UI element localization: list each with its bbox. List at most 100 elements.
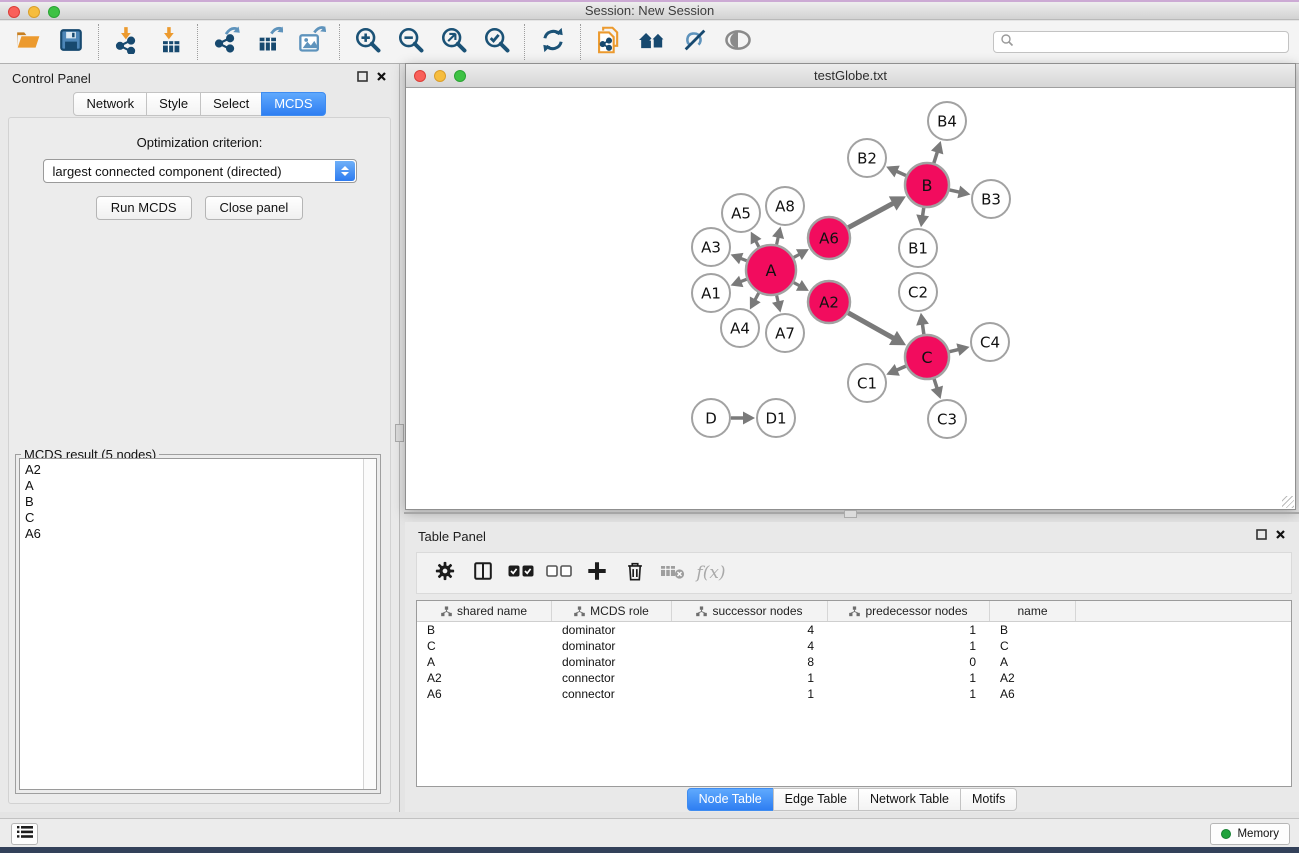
memory-button[interactable]: Memory xyxy=(1210,823,1290,845)
horizontal-splitter-grip[interactable] xyxy=(844,510,857,518)
deselect-all-button[interactable] xyxy=(540,555,578,591)
homes-button[interactable] xyxy=(630,23,673,61)
network-canvas[interactable]: B4B2BB3A5A8A6A3B1AA1C2A2A4A7C4CC1C3DD1 xyxy=(406,89,1295,509)
table-row[interactable]: Bdominator41B xyxy=(417,622,1291,638)
column-header-successor-nodes[interactable]: successor nodes xyxy=(672,601,828,621)
network-close-button[interactable] xyxy=(414,70,426,82)
float-table-panel-icon[interactable] xyxy=(1256,527,1267,545)
zoom-out-button[interactable] xyxy=(389,23,432,61)
export-table-button[interactable] xyxy=(247,23,290,61)
close-panel-button[interactable]: Close panel xyxy=(205,196,304,220)
edge-C-C1[interactable] xyxy=(896,366,906,370)
birdseye-view-button[interactable] xyxy=(716,23,759,61)
two-houses-icon xyxy=(637,27,667,58)
minimize-window-button[interactable] xyxy=(28,6,40,18)
tab-style[interactable]: Style xyxy=(146,92,201,116)
select-all-button[interactable] xyxy=(502,555,540,591)
add-column-button[interactable] xyxy=(578,555,616,591)
column-header-mcds-role[interactable]: MCDS role xyxy=(552,601,672,621)
edge-A-A1[interactable] xyxy=(740,279,746,281)
mcds-result-item[interactable]: C xyxy=(25,510,358,526)
edge-A-A3[interactable] xyxy=(740,258,746,260)
zoom-fit-button[interactable] xyxy=(432,23,475,61)
export-network-button[interactable] xyxy=(204,23,247,61)
import-network-button[interactable] xyxy=(105,23,148,61)
tab-select[interactable]: Select xyxy=(200,92,262,116)
edge-A-A2[interactable] xyxy=(794,283,800,286)
column-header-shared-name[interactable]: shared name xyxy=(417,601,552,621)
edge-A2-C[interactable] xyxy=(848,313,894,339)
task-history-button[interactable] xyxy=(11,823,38,845)
tab-node-table[interactable]: Node Table xyxy=(687,788,774,811)
export-image-icon xyxy=(298,26,326,59)
edge-A-A6[interactable] xyxy=(794,254,800,257)
import-table-button[interactable] xyxy=(148,23,191,61)
export-image-button[interactable] xyxy=(290,23,333,61)
zoom-selected-button[interactable] xyxy=(475,23,518,61)
open-file-button[interactable] xyxy=(6,23,49,61)
network-minimize-button[interactable] xyxy=(434,70,446,82)
mcds-result-item[interactable]: A xyxy=(25,478,358,494)
criterion-select[interactable]: largest connected component (directed) xyxy=(43,159,357,183)
table-panel-title: Table Panel xyxy=(418,529,486,544)
zoom-in-button[interactable] xyxy=(346,23,389,61)
zoom-window-button[interactable] xyxy=(48,6,60,18)
toggle-graphics-details-button[interactable] xyxy=(673,23,716,61)
table-cell: A6 xyxy=(417,686,552,702)
table-row[interactable]: Cdominator41C xyxy=(417,638,1291,654)
column-header-name[interactable]: name xyxy=(990,601,1076,621)
run-mcds-button[interactable]: Run MCDS xyxy=(96,196,192,220)
close-window-button[interactable] xyxy=(8,6,20,18)
search-field[interactable] xyxy=(993,31,1289,53)
edge-B-B3[interactable] xyxy=(949,190,959,192)
table-row[interactable]: Adominator80A xyxy=(417,654,1291,670)
close-panel-icon[interactable] xyxy=(376,69,387,87)
network-from-selection-button[interactable] xyxy=(587,23,630,61)
edge-A-A5[interactable] xyxy=(756,241,759,247)
tab-network[interactable]: Network xyxy=(73,92,147,116)
show-columns-button[interactable] xyxy=(464,555,502,591)
column-header-predecessor-nodes[interactable]: predecessor nodes xyxy=(828,601,990,621)
tab-motifs[interactable]: Motifs xyxy=(960,788,1017,811)
table-row[interactable]: A6connector11A6 xyxy=(417,686,1291,702)
table-cell: 1 xyxy=(828,686,990,702)
tab-edge-table[interactable]: Edge Table xyxy=(773,788,859,811)
edge-C-C4[interactable] xyxy=(949,349,958,351)
node-label-A1: A1 xyxy=(701,284,721,302)
save-session-button[interactable] xyxy=(49,23,92,61)
table-settings-button[interactable] xyxy=(426,555,464,591)
edge-B-B4[interactable] xyxy=(934,152,938,164)
edge-C-C2[interactable] xyxy=(922,324,923,335)
network-resize-grip[interactable] xyxy=(1282,496,1294,508)
function-builder-button[interactable]: f(x) xyxy=(692,555,730,591)
table-cell: dominator xyxy=(552,654,672,670)
edge-B-B2[interactable] xyxy=(896,171,906,175)
close-table-panel-icon[interactable] xyxy=(1275,527,1286,545)
table-row[interactable]: A2connector11A2 xyxy=(417,670,1291,686)
edge-A-A7[interactable] xyxy=(777,295,779,302)
network-window-titlebar[interactable]: testGlobe.txt xyxy=(406,64,1295,88)
mcds-result-item[interactable]: B xyxy=(25,494,358,510)
edge-B-B1[interactable] xyxy=(923,208,924,217)
edge-A-A4[interactable] xyxy=(755,293,759,300)
network-graph[interactable]: B4B2BB3A5A8A6A3B1AA1C2A2A4A7C4CC1C3DD1 xyxy=(406,89,1295,509)
search-input[interactable] xyxy=(1014,35,1282,49)
tab-network-table[interactable]: Network Table xyxy=(858,788,961,811)
edge-C-C3[interactable] xyxy=(934,379,937,389)
mcds-result-item[interactable]: A6 xyxy=(25,526,358,542)
apply-layout-button[interactable] xyxy=(531,23,574,61)
edge-A6-B[interactable] xyxy=(848,203,893,227)
arrowhead-A-A8 xyxy=(772,227,784,239)
delete-column-button[interactable] xyxy=(616,555,654,591)
tab-mcds[interactable]: MCDS xyxy=(261,92,325,116)
arrowhead-D-D1 xyxy=(743,412,755,425)
vertical-splitter-grip[interactable] xyxy=(395,424,404,442)
mcds-result-list[interactable]: A2ABCA6 xyxy=(20,459,363,789)
edge-A-A8[interactable] xyxy=(777,237,779,245)
trash-icon xyxy=(624,560,646,587)
mcds-result-item[interactable]: A2 xyxy=(25,462,358,478)
float-panel-icon[interactable] xyxy=(357,69,368,87)
mcds-result-scrollbar[interactable] xyxy=(363,459,376,789)
network-zoom-button[interactable] xyxy=(454,70,466,82)
delete-table-button[interactable] xyxy=(654,555,692,591)
